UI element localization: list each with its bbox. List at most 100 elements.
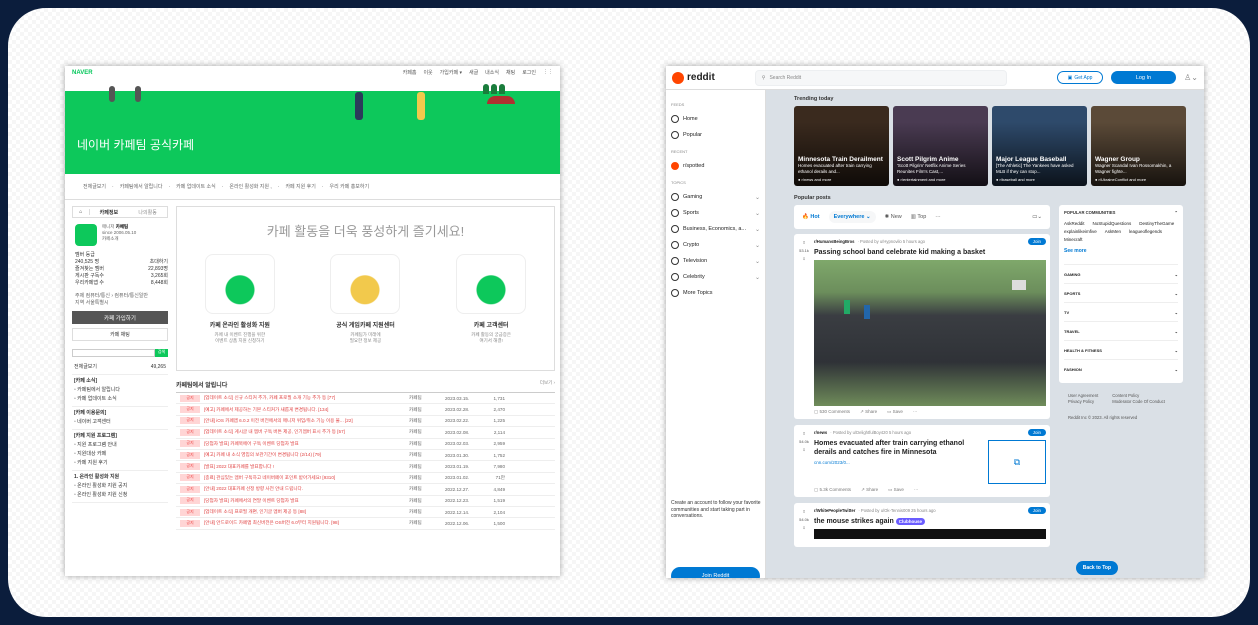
downvote-icon[interactable]: ⇩ (798, 255, 810, 263)
login-button[interactable]: Log In (1110, 71, 1177, 84)
notice-title[interactable]: [종료] 관심있는 멤버 구독하고 네이버페이 포인트 받아가세요! [9310… (204, 475, 409, 481)
notice-author[interactable]: 카페팀 (409, 498, 445, 504)
notice-row[interactable]: 공지 [업데이트 소식] 프로필 개편, 인기글 멤버 제공 등 [88] 카페팀 2… (176, 507, 555, 519)
board-link[interactable]: ▫ 지원대상 카페 (74, 450, 166, 459)
post-title[interactable]: Passing school band celebrate kid making… (814, 248, 1046, 257)
board-link[interactable]: ▫ 네이버 고객센터 (74, 418, 166, 427)
notice-author[interactable]: 카페팀 (409, 520, 445, 526)
notice-row[interactable]: 공지 [예고] 카페 내 소식 영입의 보관기간이 변경됩니다 (2/14) [7… (176, 450, 555, 462)
comments-button[interactable]: ▢ 5.3k Comments (814, 487, 851, 493)
notice-title[interactable]: [안내] iOS 카페앱 6.0.2 이전 버전에서의 매니저 위임/취소 기능… (204, 418, 409, 424)
board-link[interactable]: ▫ 온라인 활성화 지원 공지 (74, 482, 166, 491)
notice-title[interactable]: [당첨자 발표] 카페북에어 구독 이벤트 당첨자 발표 (204, 441, 409, 447)
topic-item[interactable]: Business, Economics, a... ⌄ (671, 221, 760, 237)
all-posts-link[interactable]: 전체글보기 49,265 (72, 361, 168, 375)
notice-row[interactable]: 공지 [안내] 2022 대표카페 선정 방향 사전 안내 드립니다. 카페팀 202… (176, 484, 555, 496)
notice-author[interactable]: 카페팀 (409, 441, 445, 447)
menu-item[interactable]: 카페팀에서 알립니다 (120, 183, 163, 190)
top-link[interactable]: 이웃 (423, 69, 432, 76)
sort-new[interactable]: ✺ New (885, 214, 902, 220)
post-media[interactable] (814, 529, 1046, 539)
notice-row[interactable]: 공지 [안내] 안드로이드 카페앱 최신버전은 OS버전 6.0부터 지원됩니다.… (176, 518, 555, 530)
post-subreddit[interactable]: r/HumansBeingBros (814, 239, 855, 244)
post-card[interactable]: ⇧ 54.0k ⇩ r/WhitePeopleTwitter · Posted by … (794, 503, 1050, 547)
trending-card[interactable]: Scott Pilgrim Anime 'Scott Pilgrim' Netfl… (893, 106, 988, 186)
trending-card[interactable]: Wagner Group Wagner Scandal Ivan Rossomak… (1091, 106, 1186, 186)
share-button[interactable]: ↗ Share (860, 409, 877, 415)
upvote-icon[interactable]: ⇧ (798, 508, 810, 516)
community-link[interactable]: AskReddit (1064, 221, 1085, 226)
more-icon[interactable]: ··· (913, 409, 918, 415)
notice-author[interactable]: 카페팀 (409, 486, 445, 492)
topic-item[interactable]: Crypto ⌄ (671, 237, 760, 253)
sort-top[interactable]: ▥ Top (911, 214, 927, 220)
cafe-home-icon[interactable]: ⌂ (73, 209, 90, 215)
chevron-up-icon[interactable]: ⌃ (1174, 210, 1178, 215)
naver-logo[interactable]: NAVER (72, 70, 93, 76)
cafe-intro-link[interactable]: 카페소개 (102, 236, 136, 242)
notice-row[interactable]: 공지 [당첨자 발표] 카페에서의 연말 이벤트 당첨자 발표 카페팀 2022.12… (176, 496, 555, 507)
notice-row[interactable]: 공지 [종료] 관심있는 멤버 구독하고 네이버페이 포인트 받아가세요! [93… (176, 473, 555, 485)
cafe-logo[interactable] (75, 224, 97, 246)
notice-author[interactable]: 카페팀 (409, 429, 445, 435)
community-link[interactable]: AskMen (1105, 229, 1121, 234)
community-link[interactable]: NoStupidQuestions (1093, 221, 1132, 226)
recent-item[interactable]: r/spotted (671, 158, 760, 174)
post-card[interactable]: ⇧ 54.0k ⇩ r/news · Posted by u/DelightfulBo… (794, 425, 1050, 497)
community-link[interactable]: leagueoflegends (1129, 229, 1162, 234)
notice-title[interactable]: [발표] 2022 대표카페를 발표합니다 ! (204, 464, 409, 470)
cafe-search-input[interactable] (72, 349, 155, 357)
notice-author[interactable]: 카페팀 (409, 464, 445, 470)
downvote-icon[interactable]: ⇩ (798, 446, 810, 454)
notice-author[interactable]: 카페팀 (409, 418, 445, 424)
notice-title[interactable]: [업데이트 소식] 프로필 개편, 인기글 멤버 제공 등 [88] (204, 509, 409, 515)
upvote-icon[interactable]: ⇧ (798, 239, 810, 247)
category-row[interactable]: HEALTH & FITNESS ⌄ (1064, 340, 1178, 359)
notice-row[interactable]: 공지 [발표] 2022 대표카페를 발표합니다 ! 카페팀 2023.01.19. 7… (176, 461, 555, 473)
promo-card[interactable]: 카페 고객센터 카페 활동의 궁금증은 여기서 해결! (436, 254, 546, 344)
join-button[interactable]: Join (1027, 507, 1046, 514)
top-link[interactable]: 가입카페 ▾ (440, 69, 462, 76)
menu-item[interactable]: 전체글보기 (83, 183, 106, 190)
notice-title[interactable]: [업데이트 소식] 신규 스티커 추가, 카페 프로필 소개 기능 추가 등 [… (204, 395, 409, 401)
tab-cafe-info[interactable]: 카페정보 (90, 209, 129, 216)
category-row[interactable]: SPORTS ⌄ (1064, 283, 1178, 302)
community-link[interactable]: DestinyTheGame (1139, 221, 1174, 226)
save-button[interactable]: ▭ Save (888, 487, 904, 493)
notice-title[interactable]: [당첨자 발표] 카페에서의 연말 이벤트 당첨자 발표 (204, 498, 409, 504)
join-button[interactable]: Join (1027, 238, 1046, 245)
trending-card[interactable]: Minnesota Train Derailment Homes evacuate… (794, 106, 889, 186)
notice-row[interactable]: 공지 [업데이트 소식] 신규 스티커 추가, 카페 프로필 소개 기능 추가 등… (176, 393, 555, 405)
sort-more[interactable]: ··· (935, 214, 941, 220)
category-row[interactable]: FASHION ⌄ (1064, 359, 1178, 378)
community-link[interactable]: Minecraft (1064, 237, 1083, 242)
topic-item[interactable]: Television ⌄ (671, 253, 760, 269)
tab-my-activity[interactable]: 나의활동 (128, 209, 167, 216)
notice-row[interactable]: 공지 [안내] iOS 카페앱 6.0.2 이전 버전에서의 매니저 위임/취소 … (176, 416, 555, 428)
post-subreddit[interactable]: r/WhitePeopleTwitter (814, 508, 855, 513)
category-row[interactable]: GAMING ⌄ (1064, 264, 1178, 283)
join-cafe-button[interactable]: 카페 가입하기 (72, 311, 168, 324)
footer-link[interactable]: Moderator Code Of Conduct (1112, 399, 1165, 405)
top-link[interactable]: 새글 (469, 69, 478, 76)
post-card[interactable]: ⇧ 53.1k ⇩ r/HumansBeingBros · Posted by u/H… (794, 234, 1050, 419)
post-flair[interactable]: Clubhouse (895, 518, 925, 525)
notice-title[interactable]: [업데이트 소식] 게시글 내 멤버 구독 버튼 제공, 인기멤버 표시 추가 … (204, 429, 409, 435)
menu-item[interactable]: 우리 카페 홍보하기 (330, 183, 370, 190)
topic-item[interactable]: Gaming ⌄ (671, 189, 760, 205)
location-dropdown[interactable]: Everywhere ⌄ (828, 211, 876, 223)
cafe-name[interactable]: 카페팀 (116, 224, 128, 229)
topic-item[interactable]: More Topics (671, 285, 760, 301)
post-link[interactable]: cnn.com/2023/0... (814, 460, 982, 465)
category-row[interactable]: TRAVEL ⌄ (1064, 321, 1178, 340)
post-subreddit[interactable]: r/news (814, 430, 827, 435)
post-title[interactable]: Homes evacuated after train carrying eth… (814, 439, 982, 457)
notice-author[interactable]: 카페팀 (409, 452, 445, 458)
cafe-search-button[interactable]: 검색 (155, 349, 168, 357)
notice-row[interactable]: 공지 [업데이트 소식] 게시글 내 멤버 구독 버튼 제공, 인기멤버 표시 추… (176, 427, 555, 439)
join-button[interactable]: Join (1027, 429, 1046, 436)
notice-author[interactable]: 카페팀 (409, 407, 445, 413)
menu-item[interactable]: 온라인 활성화 지원 , (229, 183, 271, 190)
notice-author[interactable]: 카페팀 (409, 475, 445, 481)
post-title[interactable]: the mouse strikes again (814, 518, 894, 525)
